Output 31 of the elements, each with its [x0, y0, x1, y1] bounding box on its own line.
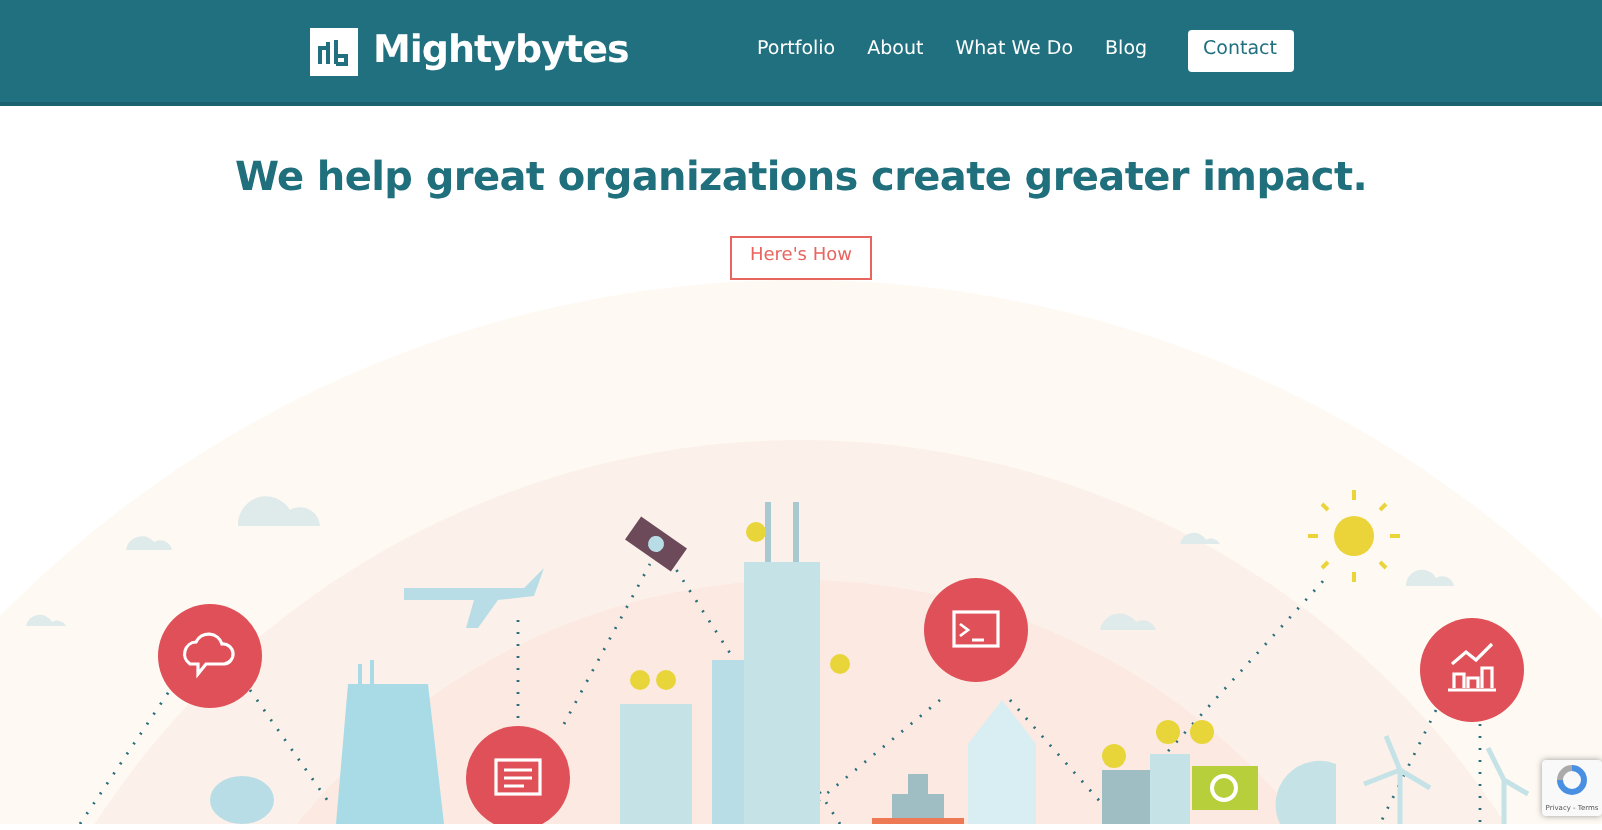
logo-icon — [309, 27, 357, 75]
cloud-icon — [1180, 531, 1220, 543]
contact-button[interactable]: Contact — [1187, 30, 1293, 72]
stepped-building-drawing — [872, 773, 964, 823]
wind-turbine-drawing — [1485, 744, 1531, 823]
airplane-icon — [404, 567, 544, 627]
nav-link[interactable]: What We Do — [955, 36, 1074, 66]
dotted-line — [1378, 708, 1438, 823]
crystal-building-drawing — [968, 699, 1036, 823]
heres-how-button[interactable]: Here's How — [729, 236, 872, 279]
cloud-icon — [1100, 612, 1156, 629]
growth-chart-icon — [1420, 617, 1524, 721]
cloud-icon — [26, 613, 66, 625]
web-form-icon — [466, 725, 570, 823]
wind-turbine-drawing — [1361, 732, 1433, 823]
satellite-dish-drawing — [1275, 759, 1336, 823]
cloud-icon — [238, 495, 320, 525]
sun-icon — [1306, 487, 1402, 583]
recaptcha-icon — [1556, 763, 1588, 795]
terminal-icon — [924, 577, 1028, 681]
hero-headline: We help great organizations create greater impact. — [232, 152, 1370, 200]
office-buildings-drawing — [1102, 719, 1214, 823]
cloud-icon — [1406, 568, 1454, 585]
nav-link[interactable]: Blog — [1105, 36, 1148, 66]
nav-link[interactable]: Portfolio — [757, 36, 836, 66]
dotted-line — [78, 688, 172, 823]
nav-link[interactable]: About — [867, 36, 924, 66]
brand-logo-link[interactable]: Mightybytes — [309, 22, 629, 80]
chat-cloud-icon — [158, 603, 262, 707]
dotted-line — [248, 688, 332, 804]
cloud-icon — [126, 535, 172, 549]
